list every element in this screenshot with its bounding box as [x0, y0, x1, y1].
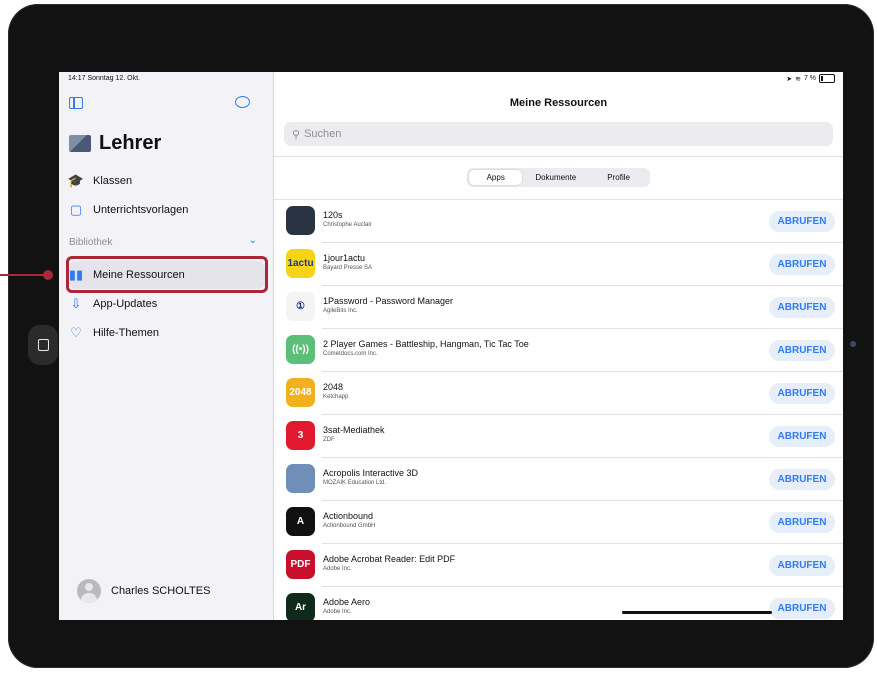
chevron-down-icon[interactable]: ⌄: [249, 235, 257, 246]
battery-icon: [819, 74, 835, 83]
get-button[interactable]: ABRUFEN: [769, 426, 835, 447]
get-button[interactable]: ABRUFEN: [769, 555, 835, 576]
sidebar-item-unterrichtsvorlagen[interactable]: ▢ Unterrichtsvorlagen: [69, 199, 189, 221]
segment-dokumente[interactable]: Dokumente: [524, 168, 587, 187]
location-icon: ➤: [786, 75, 793, 83]
school-logo-icon: [69, 134, 91, 152]
wifi-icon: ≋: [795, 75, 801, 83]
sidebar-toggle-icon[interactable]: [69, 97, 83, 109]
search-icon: ⚲: [292, 128, 301, 141]
app-name: Actionbound: [323, 511, 374, 521]
get-button[interactable]: ABRUFEN: [769, 512, 835, 533]
home-indicator[interactable]: [622, 611, 772, 614]
app-icon: 3: [286, 421, 315, 450]
get-button[interactable]: ABRUFEN: [769, 469, 835, 490]
app-icon: ①: [286, 292, 315, 321]
list-item[interactable]: A Actionbound Actionbound GmbH ABRUFEN: [274, 501, 843, 544]
graduation-cap-icon: 🎓: [67, 173, 85, 188]
app-icon: 2048: [286, 378, 315, 407]
sidebar-item-klassen[interactable]: 🎓 Klassen: [67, 170, 132, 192]
camera-dot: [850, 341, 856, 347]
app-icon: [286, 206, 315, 235]
app-name: 1jour1actu: [323, 253, 366, 263]
segment-profile[interactable]: Profile: [587, 168, 650, 187]
app-icon: ((•)): [286, 335, 315, 364]
get-button[interactable]: ABRUFEN: [769, 254, 835, 275]
app-developer: Bayard Presse SA: [323, 265, 373, 271]
app-developer: Adobe Inc.: [323, 566, 352, 572]
sidebar: 14:17 Sonntag 12. Okt. Lehrer 🎓 Klassen …: [59, 72, 274, 620]
app-developer: Adobe Inc.: [323, 609, 352, 615]
lightbulb-icon: ♡: [70, 325, 82, 340]
app-name: Acropolis Interactive 3D: [323, 468, 419, 478]
list-item[interactable]: 3 3sat-Mediathek ZDF ABRUFEN: [274, 415, 843, 458]
home-button[interactable]: [28, 325, 58, 365]
app-developer: AgileBits Inc.: [323, 308, 358, 314]
app-developer: Christophe Auclair: [323, 222, 372, 228]
app-developer: MOZAIK Education Ltd.: [323, 480, 387, 486]
app-name: 2048: [323, 382, 344, 392]
list-item[interactable]: ① 1Password - Password Manager AgileBits I…: [274, 286, 843, 329]
list-item[interactable]: 2048 2048 Ketchapp ABRUFEN: [274, 372, 843, 415]
main-content: ➤ ≋ 7 % Meine Ressourcen ⚲ Suchen Apps D…: [274, 72, 843, 620]
tray-download-icon: ⇩: [70, 296, 82, 311]
app-name: Adobe Aero: [323, 597, 371, 607]
app-icon: Ar: [286, 593, 315, 620]
section-header-bibliothek[interactable]: Bibliothek ⌄: [69, 235, 257, 248]
callout-line: [0, 274, 48, 276]
get-button[interactable]: ABRUFEN: [769, 383, 835, 404]
app-icon: 1actu: [286, 249, 315, 278]
list-item[interactable]: Ar Adobe Aero Adobe Inc. ABRUFEN: [274, 587, 843, 620]
ipad-screen: 14:17 Sonntag 12. Okt. Lehrer 🎓 Klassen …: [59, 72, 843, 620]
get-button[interactable]: ABRUFEN: [769, 297, 835, 318]
app-list: 120s Christophe Auclair ABRUFEN 1actu 1jour1…: [274, 200, 843, 620]
app-developer: Cometdocs.com Inc.: [323, 351, 378, 357]
app-icon: [286, 464, 315, 493]
list-item[interactable]: Acropolis Interactive 3D MOZAIK Education…: [274, 458, 843, 501]
sidebar-item-hilfe-themen[interactable]: ♡ Hilfe-Themen: [69, 322, 159, 344]
app-developer: ZDF: [323, 437, 335, 443]
status-indicators: ➤ ≋ 7 %: [786, 74, 835, 83]
divider: [274, 156, 843, 157]
square-stack-icon: ▢: [69, 202, 83, 217]
app-developer: Ketchapp: [323, 394, 349, 400]
sidebar-item-app-updates[interactable]: ⇩ App-Updates: [69, 293, 158, 315]
segmented-control: Apps Dokumente Profile: [467, 168, 650, 187]
avatar: [77, 579, 101, 603]
search-input[interactable]: ⚲ Suchen: [284, 122, 833, 146]
app-name: 3sat-Mediathek: [323, 425, 385, 435]
status-time-date: 14:17 Sonntag 12. Okt.: [68, 75, 140, 82]
app-name: 1Password - Password Manager: [323, 296, 454, 306]
callout-dot: [43, 270, 53, 280]
app-icon: A: [286, 507, 315, 536]
sidebar-title: Lehrer: [69, 128, 161, 158]
app-icon: PDF: [286, 550, 315, 579]
get-button[interactable]: ABRUFEN: [769, 598, 835, 619]
list-item[interactable]: ((•)) 2 Player Games - Battleship, Hangma…: [274, 329, 843, 372]
app-developer: Actionbound GmbH: [323, 523, 376, 529]
home-square-icon: [38, 339, 49, 351]
list-item[interactable]: 120s Christophe Auclair ABRUFEN: [274, 200, 843, 243]
get-button[interactable]: ABRUFEN: [769, 340, 835, 361]
app-name: 120s: [323, 210, 343, 220]
get-button[interactable]: ABRUFEN: [769, 211, 835, 232]
list-item[interactable]: 1actu 1jour1actu Bayard Presse SA ABRUFEN: [274, 243, 843, 286]
page-title: Meine Ressourcen: [509, 97, 608, 109]
segment-apps[interactable]: Apps: [469, 170, 523, 185]
app-name: Adobe Acrobat Reader: Edit PDF: [323, 554, 456, 564]
highlight-box: [66, 256, 268, 293]
user-account[interactable]: Charles SCHOLTES: [77, 579, 210, 603]
message-bubble-icon[interactable]: [235, 96, 250, 108]
app-name: 2 Player Games - Battleship, Hangman, Ti…: [323, 339, 529, 349]
list-item[interactable]: PDF Adobe Acrobat Reader: Edit PDF Adobe I…: [274, 544, 843, 587]
